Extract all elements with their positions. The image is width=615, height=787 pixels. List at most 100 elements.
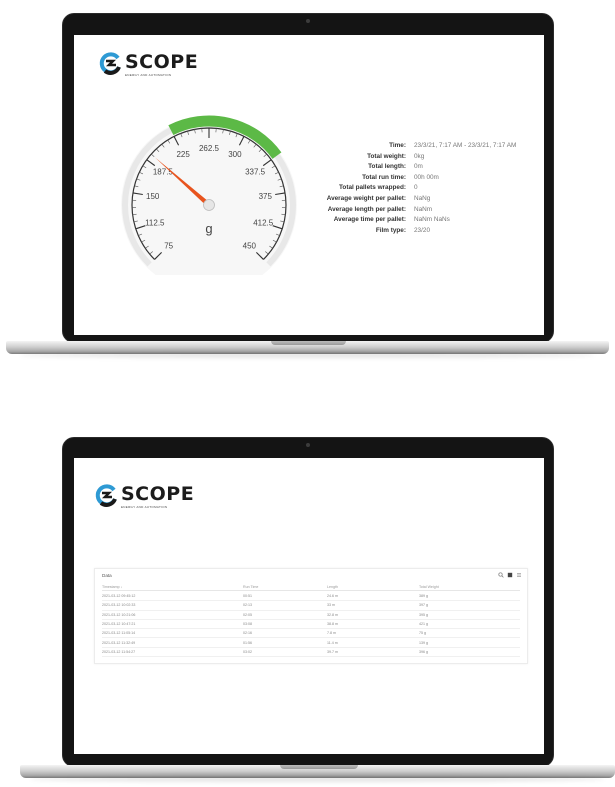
webcam <box>306 19 310 23</box>
gauge-hub <box>203 199 215 211</box>
gauge-tick-label: 112.5 <box>145 219 165 228</box>
summary-label: Film type: <box>375 226 406 234</box>
summary-row: Film type: 23/20 <box>306 226 526 237</box>
base-notch <box>271 341 346 345</box>
summary-value: 23/20 <box>414 226 430 234</box>
table-row[interactable]: 2021-03-12 10:21:06 02:05 32.8 m 395 g <box>102 611 520 620</box>
gauge-tick-label: 262.5 <box>199 144 220 153</box>
summary-row: Average time per pallet: NaNm NaNs <box>306 215 526 226</box>
laptop-shadow <box>20 352 595 358</box>
gauge-tick-label: 225 <box>176 150 190 159</box>
table-row[interactable]: 2021-03-12 11:32:49 01:56 11.4 m 139 g <box>102 639 520 648</box>
table-cell: 2021-03-12 10:21:06 <box>102 612 136 617</box>
table-cell: 396 g <box>419 649 428 654</box>
gauge-tick-label: 337.5 <box>245 167 266 176</box>
table-cell: 2021-03-12 11:32:49 <box>102 640 136 645</box>
webcam <box>306 443 310 447</box>
table-toolbar <box>498 572 522 578</box>
table-row[interactable]: 2021-03-12 11:05:14 02:16 7.8 m 75 g <box>102 629 520 639</box>
gauge-tick-label: 75 <box>164 241 173 250</box>
gauge-tick-label: 187.5 <box>153 167 174 176</box>
table-title: Data <box>102 573 112 578</box>
summary-value: 0kg <box>414 152 425 160</box>
table-cell: 24.6 m <box>327 594 338 599</box>
bottom-screen: SCOPE ENERGY AND AUTOMATION Data Timesta… <box>74 458 544 754</box>
scope-logo-icon <box>99 52 123 76</box>
gauge-tick-label: 300 <box>228 150 242 159</box>
table-cell: 75 g <box>419 631 426 636</box>
summary-label: Total run time: <box>362 173 406 181</box>
table-cell: 2021-03-12 11:54:27 <box>102 649 136 654</box>
column-header[interactable]: Timestamp ↓ <box>102 583 243 590</box>
gauge-tick-label: 150 <box>146 192 160 201</box>
data-table-card: Data Timestamp ↓ Run Time Length Total Weig… <box>94 568 528 664</box>
search-icon[interactable] <box>498 572 504 578</box>
table-cell: 38.8 m <box>327 622 338 627</box>
table-header: Timestamp ↓ Run Time Length Total Weight <box>102 583 520 591</box>
table-cell: 11.4 m <box>327 640 338 645</box>
summary-row: Average weight per pallet: NaNg <box>306 194 526 205</box>
weight-gauge: 75 112.5 150 187.5225 262.5 300337.5 375 412.5 4… <box>121 115 297 275</box>
table-row[interactable]: 2021-03-12 10:02:33 02:13 33 m 397 g <box>102 601 520 611</box>
summary-value: 0 <box>414 184 418 192</box>
summary-row: Total length: 0m <box>306 162 526 173</box>
summary-row: Average length per pallet: NaNm <box>306 205 526 216</box>
table-cell: 2021-03-12 10:02:33 <box>102 603 136 608</box>
gauge-unit: g <box>205 221 212 236</box>
summary-row: Total pallets wrapped: 0 <box>306 183 526 194</box>
table-cell: 03:08 <box>243 622 252 627</box>
table-cell: 02:13 <box>243 603 252 608</box>
table-row[interactable]: 2021-03-12 11:54:27 03:02 39.7 m 396 g <box>102 648 520 658</box>
summary-row: Total run time: 00h 00m <box>306 173 526 184</box>
gauge-tick-label: 375 <box>259 192 273 201</box>
logo-wordmark: SCOPE <box>125 51 199 73</box>
summary-value: NaNm <box>414 205 433 213</box>
column-header: Length <box>327 585 338 589</box>
table-cell: 02:16 <box>243 631 252 636</box>
summary-value: 23/3/21, 7:17 AM - 23/3/21, 7:17 AM <box>414 142 517 149</box>
download-icon[interactable] <box>507 572 513 578</box>
table-cell: 2021-03-12 10:47:21 <box>102 622 136 627</box>
logo-tagline: ENERGY AND AUTOMATION <box>121 505 168 509</box>
base-notch <box>280 765 358 769</box>
menu-icon[interactable] <box>516 572 522 578</box>
gauge-tick-label: 412.5 <box>253 219 274 228</box>
top-laptop-lid: SCOPE ENERGY AND AUTOMATION 75 112.5 150 18… <box>62 13 554 343</box>
column-header: Run Time <box>243 585 259 589</box>
summary-row: Time: 23/3/21, 7:17 AM - 23/3/21, 7:17 AM <box>306 141 526 152</box>
summary-label: Average length per pallet: <box>327 205 406 213</box>
summary-value: NaNg <box>414 194 431 202</box>
laptop-shadow <box>30 776 605 782</box>
table-cell: 32.8 m <box>327 612 338 617</box>
scope-logo: SCOPE ENERGY AND AUTOMATION <box>95 484 194 509</box>
summary-value: 0m <box>414 163 423 171</box>
table-cell: 2021-03-12 09:45:12 <box>102 594 136 599</box>
summary-label: Total weight: <box>367 152 406 160</box>
summary-label: Time: <box>389 142 406 149</box>
table-cell: 2021-03-12 11:05:14 <box>102 631 136 636</box>
column-header: Total Weight <box>419 585 439 589</box>
table-cell: 03:02 <box>243 649 252 654</box>
summary-row: Total weight: 0kg <box>306 152 526 163</box>
summary-label: Average time per pallet: <box>333 216 406 224</box>
table-cell: 7.8 m <box>327 631 336 636</box>
scope-logo-icon <box>95 484 119 508</box>
scope-logo: SCOPE ENERGY AND AUTOMATION <box>99 52 198 77</box>
table-cell: 33 m <box>327 603 335 608</box>
table-cell: 397 g <box>419 603 428 608</box>
table-cell: 395 g <box>419 612 428 617</box>
top-laptop: SCOPE ENERGY AND AUTOMATION 75 112.5 150 18… <box>0 0 615 370</box>
table-cell: 00:51 <box>243 594 252 599</box>
table-row[interactable]: 2021-03-12 10:47:21 03:08 38.8 m 421 g <box>102 620 520 630</box>
bottom-laptop-lid: SCOPE ENERGY AND AUTOMATION Data Timesta… <box>62 437 554 767</box>
table-row[interactable]: 2021-03-12 09:45:12 00:51 24.6 m 389 g <box>102 592 520 602</box>
table-cell: 39.7 m <box>327 649 338 654</box>
bottom-laptop: SCOPE ENERGY AND AUTOMATION Data Timesta… <box>0 420 615 787</box>
summary-value: NaNm NaNs <box>414 216 450 224</box>
table-cell: 02:05 <box>243 612 252 617</box>
table-cell: 389 g <box>419 594 428 599</box>
logo-wordmark: SCOPE <box>121 483 195 505</box>
table-cell: 139 g <box>419 640 428 645</box>
summary-value: 00h 00m <box>414 173 439 181</box>
logo-tagline: ENERGY AND AUTOMATION <box>125 73 172 77</box>
